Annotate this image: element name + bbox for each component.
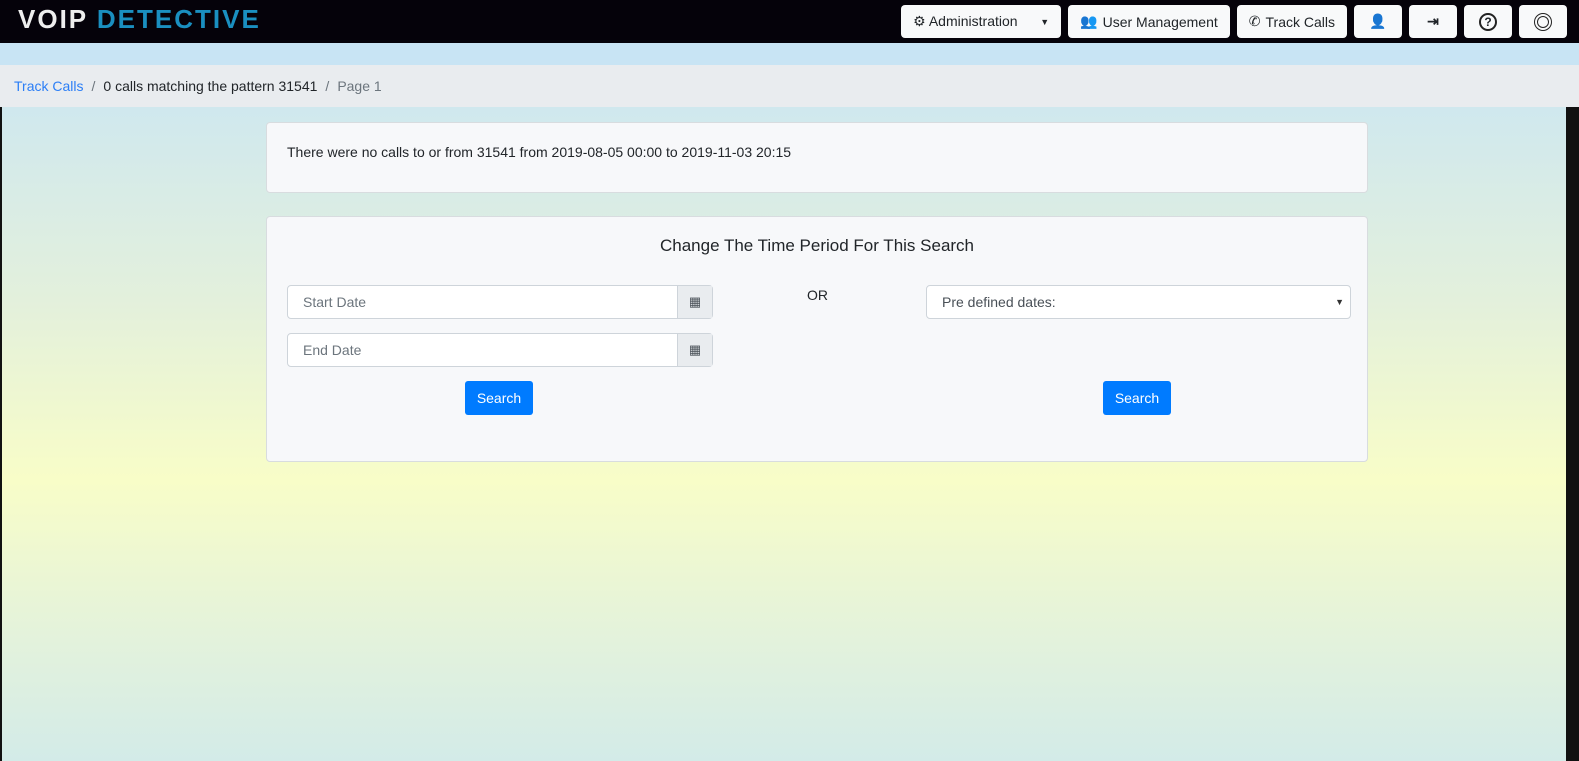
breadcrumb-page: Page 1 — [337, 78, 382, 94]
caret-down-icon: ▼ — [1335, 297, 1344, 307]
sign-out-icon: ⇥ — [1427, 13, 1439, 29]
sign-out-button[interactable]: ⇥ — [1409, 5, 1457, 38]
breadcrumb-current: 0 calls matching the pattern 31541 — [103, 78, 318, 94]
start-date-input[interactable]: Start Date ▦ — [287, 285, 713, 319]
gears-icon: ⚙ — [913, 13, 926, 29]
search-dates-button[interactable]: Search — [465, 381, 533, 415]
users-icon: 👥 — [1080, 13, 1098, 29]
top-navbar: VOIP DETECTIVE ⚙ Administration ▼ 👥 User M… — [0, 0, 1579, 43]
life-ring-icon — [1534, 12, 1552, 31]
predefined-dates-select[interactable]: Pre defined dates: ▼ — [926, 285, 1351, 319]
breadcrumb-track-calls[interactable]: Track Calls — [14, 78, 84, 94]
result-card: There were no calls to or from 31541 fro… — [266, 122, 1368, 193]
breadcrumb: Track Calls/ 0 calls matching the patter… — [0, 65, 1579, 107]
administration-dropdown[interactable]: ⚙ Administration ▼ — [901, 5, 1062, 38]
user-management-button[interactable]: 👥 User Management — [1068, 5, 1230, 38]
search-predefined-button[interactable]: Search — [1103, 381, 1171, 415]
or-label: OR — [807, 287, 828, 303]
caret-down-icon: ▼ — [1040, 16, 1050, 27]
no-calls-message: There were no calls to or from 31541 fro… — [287, 144, 792, 160]
help-button[interactable]: ? — [1464, 5, 1512, 38]
logo[interactable]: VOIP DETECTIVE — [18, 4, 261, 35]
end-date-input[interactable]: End Date ▦ — [287, 333, 713, 367]
user-settings-button[interactable]: 👤 — [1354, 5, 1402, 38]
calendar-icon[interactable]: ▦ — [677, 286, 712, 318]
user-settings-icon: 👤 — [1369, 13, 1387, 29]
form-title: Change The Time Period For This Search — [659, 236, 975, 255]
calendar-icon[interactable]: ▦ — [677, 334, 712, 366]
header-strip — [0, 43, 1579, 65]
phone-icon: ✆ — [1248, 13, 1261, 29]
help-icon: ? — [1479, 12, 1497, 31]
support-button[interactable] — [1519, 5, 1567, 38]
time-period-card: Change The Time Period For This Search S… — [266, 216, 1368, 462]
track-calls-button[interactable]: ✆ Track Calls — [1236, 5, 1347, 38]
